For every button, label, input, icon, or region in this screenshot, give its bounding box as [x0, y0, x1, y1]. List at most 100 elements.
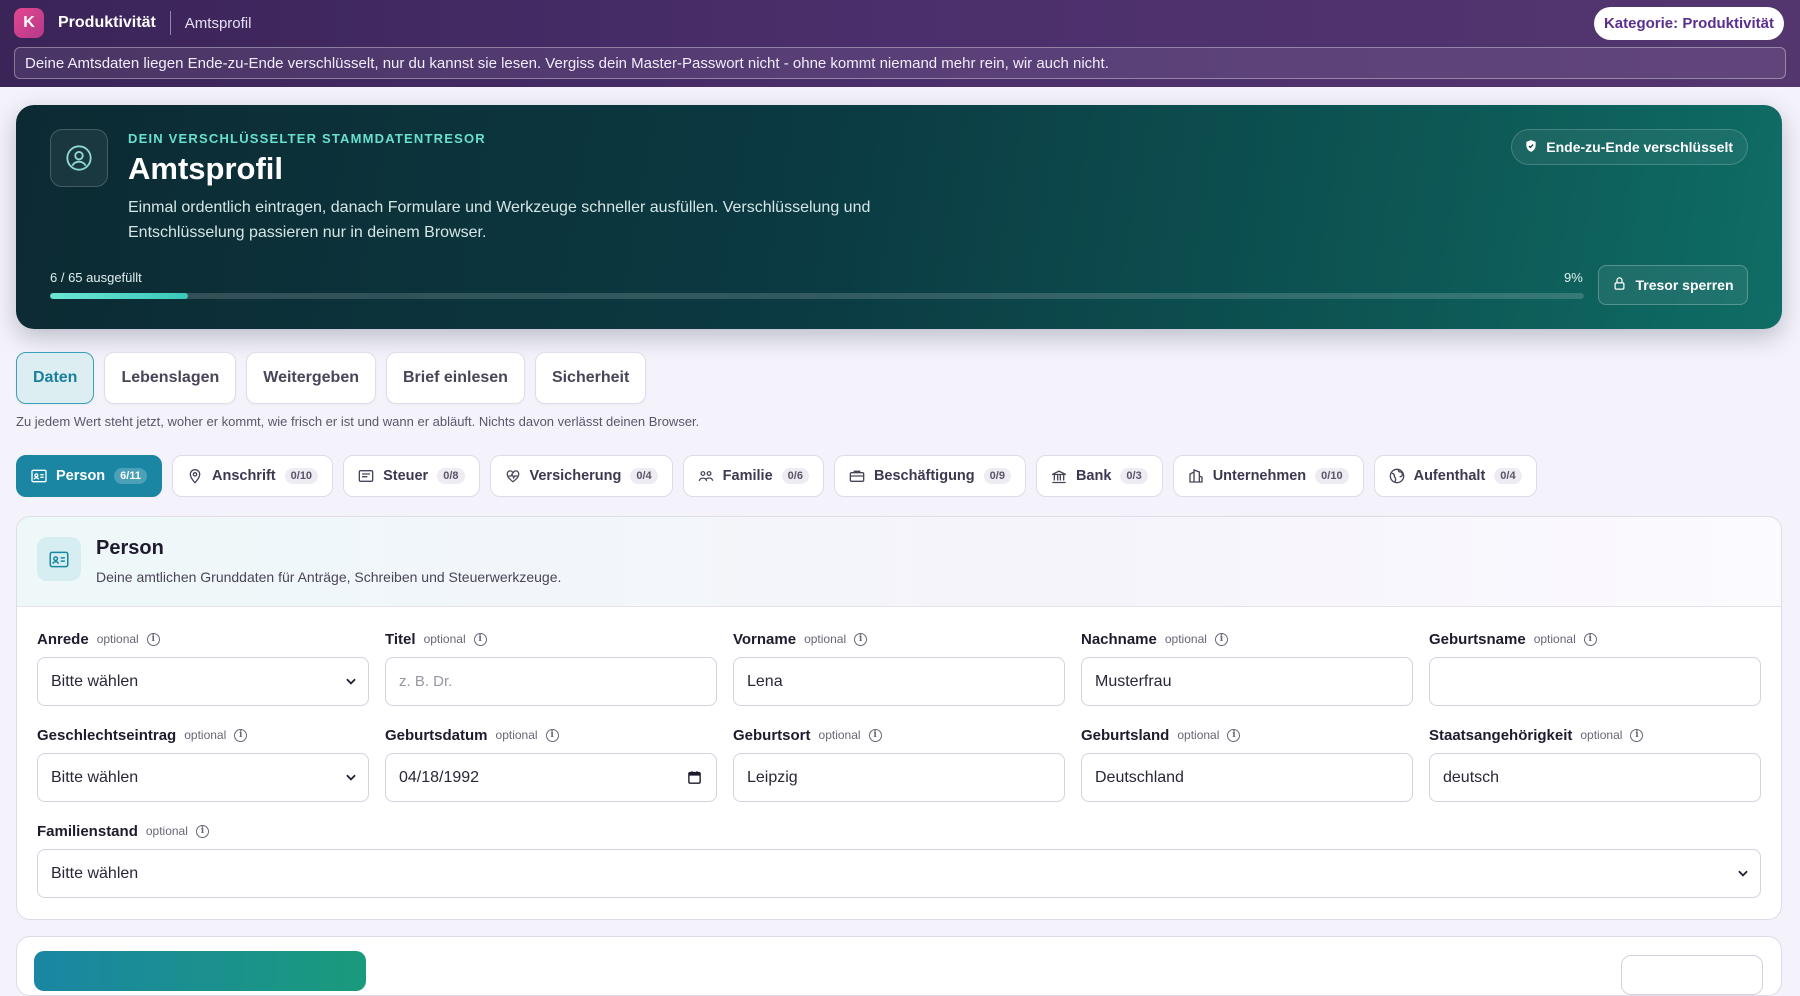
app-name[interactable]: Produktivität: [58, 14, 156, 32]
id-card-icon: [37, 537, 81, 581]
field-titel: Titel optional i z. B. Dr.: [385, 629, 717, 725]
optional-tag: optional: [184, 728, 227, 742]
geburtsort-input[interactable]: Leipzig: [733, 753, 1065, 802]
bank-icon: [1051, 468, 1067, 484]
input-value: 04/18/1992: [399, 768, 480, 786]
field-familienstand: Familienstand optional i Bitte wählen: [37, 821, 1761, 917]
vault-hero-card: DEIN VERSCHLÜSSELTER STAMMDATENTRESOR Am…: [16, 105, 1782, 329]
tab-lebenslagen[interactable]: Lebenslagen: [104, 352, 237, 404]
titel-input[interactable]: z. B. Dr.: [385, 657, 717, 706]
category-chips: Person 6/11 Anschrift 0/10 Steuer 0/8 Ve…: [16, 455, 1537, 497]
chip-beschaeftigung[interactable]: Beschäftigung 0/9: [833, 455, 1026, 497]
nachname-input[interactable]: Musterfrau: [1081, 657, 1413, 706]
chip-steuer[interactable]: Steuer 0/8: [343, 455, 480, 497]
info-icon[interactable]: i: [146, 632, 160, 646]
optional-tag: optional: [96, 632, 139, 646]
field-label: Geburtsdatum: [385, 726, 488, 744]
chip-label: Familie: [722, 468, 773, 484]
field-anrede: Anrede optional i Bitte wählen: [37, 629, 369, 725]
lock-vault-button[interactable]: Tresor sperren: [1598, 265, 1748, 305]
field-label: Geburtsort: [733, 726, 811, 744]
app-logo[interactable]: K: [14, 8, 44, 38]
info-icon[interactable]: i: [545, 728, 559, 742]
field-vorname: Vorname optional i Lena: [733, 629, 1065, 725]
info-icon[interactable]: i: [1583, 632, 1597, 646]
field-staatsangehoerigkeit: Staatsangehörigkeit optional i deutsch: [1429, 725, 1761, 821]
select-value: Bitte wählen: [51, 672, 139, 690]
field-label: Staatsangehörigkeit: [1429, 726, 1573, 744]
input-value: Musterfrau: [1095, 672, 1172, 690]
chip-label: Person: [56, 468, 106, 484]
building-icon: [1188, 468, 1204, 484]
encryption-badge: Ende-zu-Ende verschlüsselt: [1511, 129, 1748, 165]
vorname-input[interactable]: Lena: [733, 657, 1065, 706]
chip-count: 0/4: [1494, 468, 1522, 484]
input-value: Lena: [747, 672, 783, 690]
user-circle-icon: [50, 129, 108, 187]
hero-eyebrow: DEIN VERSCHLÜSSELTER STAMMDATENTRESOR: [128, 131, 486, 146]
chip-count: 0/4: [630, 468, 658, 484]
data-hint: Zu jedem Wert steht jetzt, woher er komm…: [16, 414, 700, 429]
secondary-action-button[interactable]: [1621, 955, 1763, 995]
primary-action-button[interactable]: [34, 951, 366, 991]
info-icon[interactable]: i: [1227, 728, 1241, 742]
input-value: Deutschland: [1095, 768, 1184, 786]
info-icon[interactable]: i: [868, 728, 882, 742]
chip-unternehmen[interactable]: Unternehmen 0/10: [1172, 455, 1364, 497]
familienstand-select[interactable]: Bitte wählen: [37, 849, 1761, 898]
info-icon[interactable]: i: [473, 632, 487, 646]
chevron-down-icon: [344, 770, 358, 789]
chip-familie[interactable]: Familie 0/6: [682, 455, 824, 497]
optional-tag: optional: [1164, 632, 1207, 646]
field-nachname: Nachname optional i Musterfrau: [1081, 629, 1413, 725]
progress-percent: 9%: [1564, 270, 1583, 285]
tab-sicherheit[interactable]: Sicherheit: [534, 352, 647, 404]
chip-count: 0/10: [284, 468, 319, 484]
person-panel-header: Person Deine amtlichen Grunddaten für An…: [17, 517, 1781, 607]
top-app-bar: K Produktivität Amtsprofil Kategorie: Pr…: [0, 0, 1800, 87]
info-icon[interactable]: i: [1630, 728, 1644, 742]
person-form-grid: Anrede optional i Bitte wählen Titel option…: [37, 629, 1761, 917]
info-icon[interactable]: i: [854, 632, 868, 646]
lock-icon: [1612, 276, 1627, 294]
select-value: Bitte wählen: [51, 768, 139, 786]
staatsangehoerigkeit-input[interactable]: deutsch: [1429, 753, 1761, 802]
progress-bar: [50, 293, 1584, 299]
chip-label: Versicherung: [529, 468, 622, 484]
geburtsdatum-input[interactable]: 04/18/1992: [385, 753, 717, 802]
tab-weitergeben[interactable]: Weitergeben: [246, 352, 376, 404]
optional-tag: optional: [804, 632, 847, 646]
chevron-down-icon: [344, 674, 358, 693]
info-icon[interactable]: i: [195, 824, 209, 838]
chip-bank[interactable]: Bank 0/3: [1035, 455, 1163, 497]
geschlechtseintrag-select[interactable]: Bitte wählen: [37, 753, 369, 802]
chip-versicherung[interactable]: Versicherung 0/4: [489, 455, 673, 497]
category-badge[interactable]: Kategorie: Produktivität: [1593, 6, 1784, 40]
field-label: Vorname: [733, 630, 797, 648]
info-icon[interactable]: i: [234, 728, 248, 742]
chip-aufenthalt[interactable]: Aufenthalt 0/4: [1373, 455, 1537, 497]
chip-person[interactable]: Person 6/11: [16, 455, 162, 497]
input-value: Leipzig: [747, 768, 798, 786]
field-geburtsort: Geburtsort optional i Leipzig: [733, 725, 1065, 821]
receipt-icon: [358, 468, 374, 484]
optional-tag: optional: [495, 728, 538, 742]
field-geburtsdatum: Geburtsdatum optional i 04/18/1992: [385, 725, 717, 821]
field-label: Geburtsname: [1429, 630, 1526, 648]
field-geburtsland: Geburtsland optional i Deutschland: [1081, 725, 1413, 821]
id-card-icon: [31, 468, 47, 484]
tab-brief-einlesen[interactable]: Brief einlesen: [386, 352, 525, 404]
anrede-select[interactable]: Bitte wählen: [37, 657, 369, 706]
chip-anschrift[interactable]: Anschrift 0/10: [171, 455, 334, 497]
select-value: Bitte wählen: [51, 864, 139, 882]
optional-tag: optional: [1580, 728, 1623, 742]
users-icon: [698, 468, 714, 484]
geburtsname-input[interactable]: [1429, 657, 1761, 706]
encryption-notice: Deine Amtsdaten liegen Ende-zu-Ende vers…: [14, 47, 1786, 79]
calendar-icon[interactable]: [687, 770, 702, 790]
chip-count: 0/10: [1315, 468, 1349, 484]
tab-daten[interactable]: Daten: [16, 352, 95, 404]
panel-title: Person: [96, 537, 164, 559]
geburtsland-input[interactable]: Deutschland: [1081, 753, 1413, 802]
info-icon[interactable]: i: [1214, 632, 1228, 646]
